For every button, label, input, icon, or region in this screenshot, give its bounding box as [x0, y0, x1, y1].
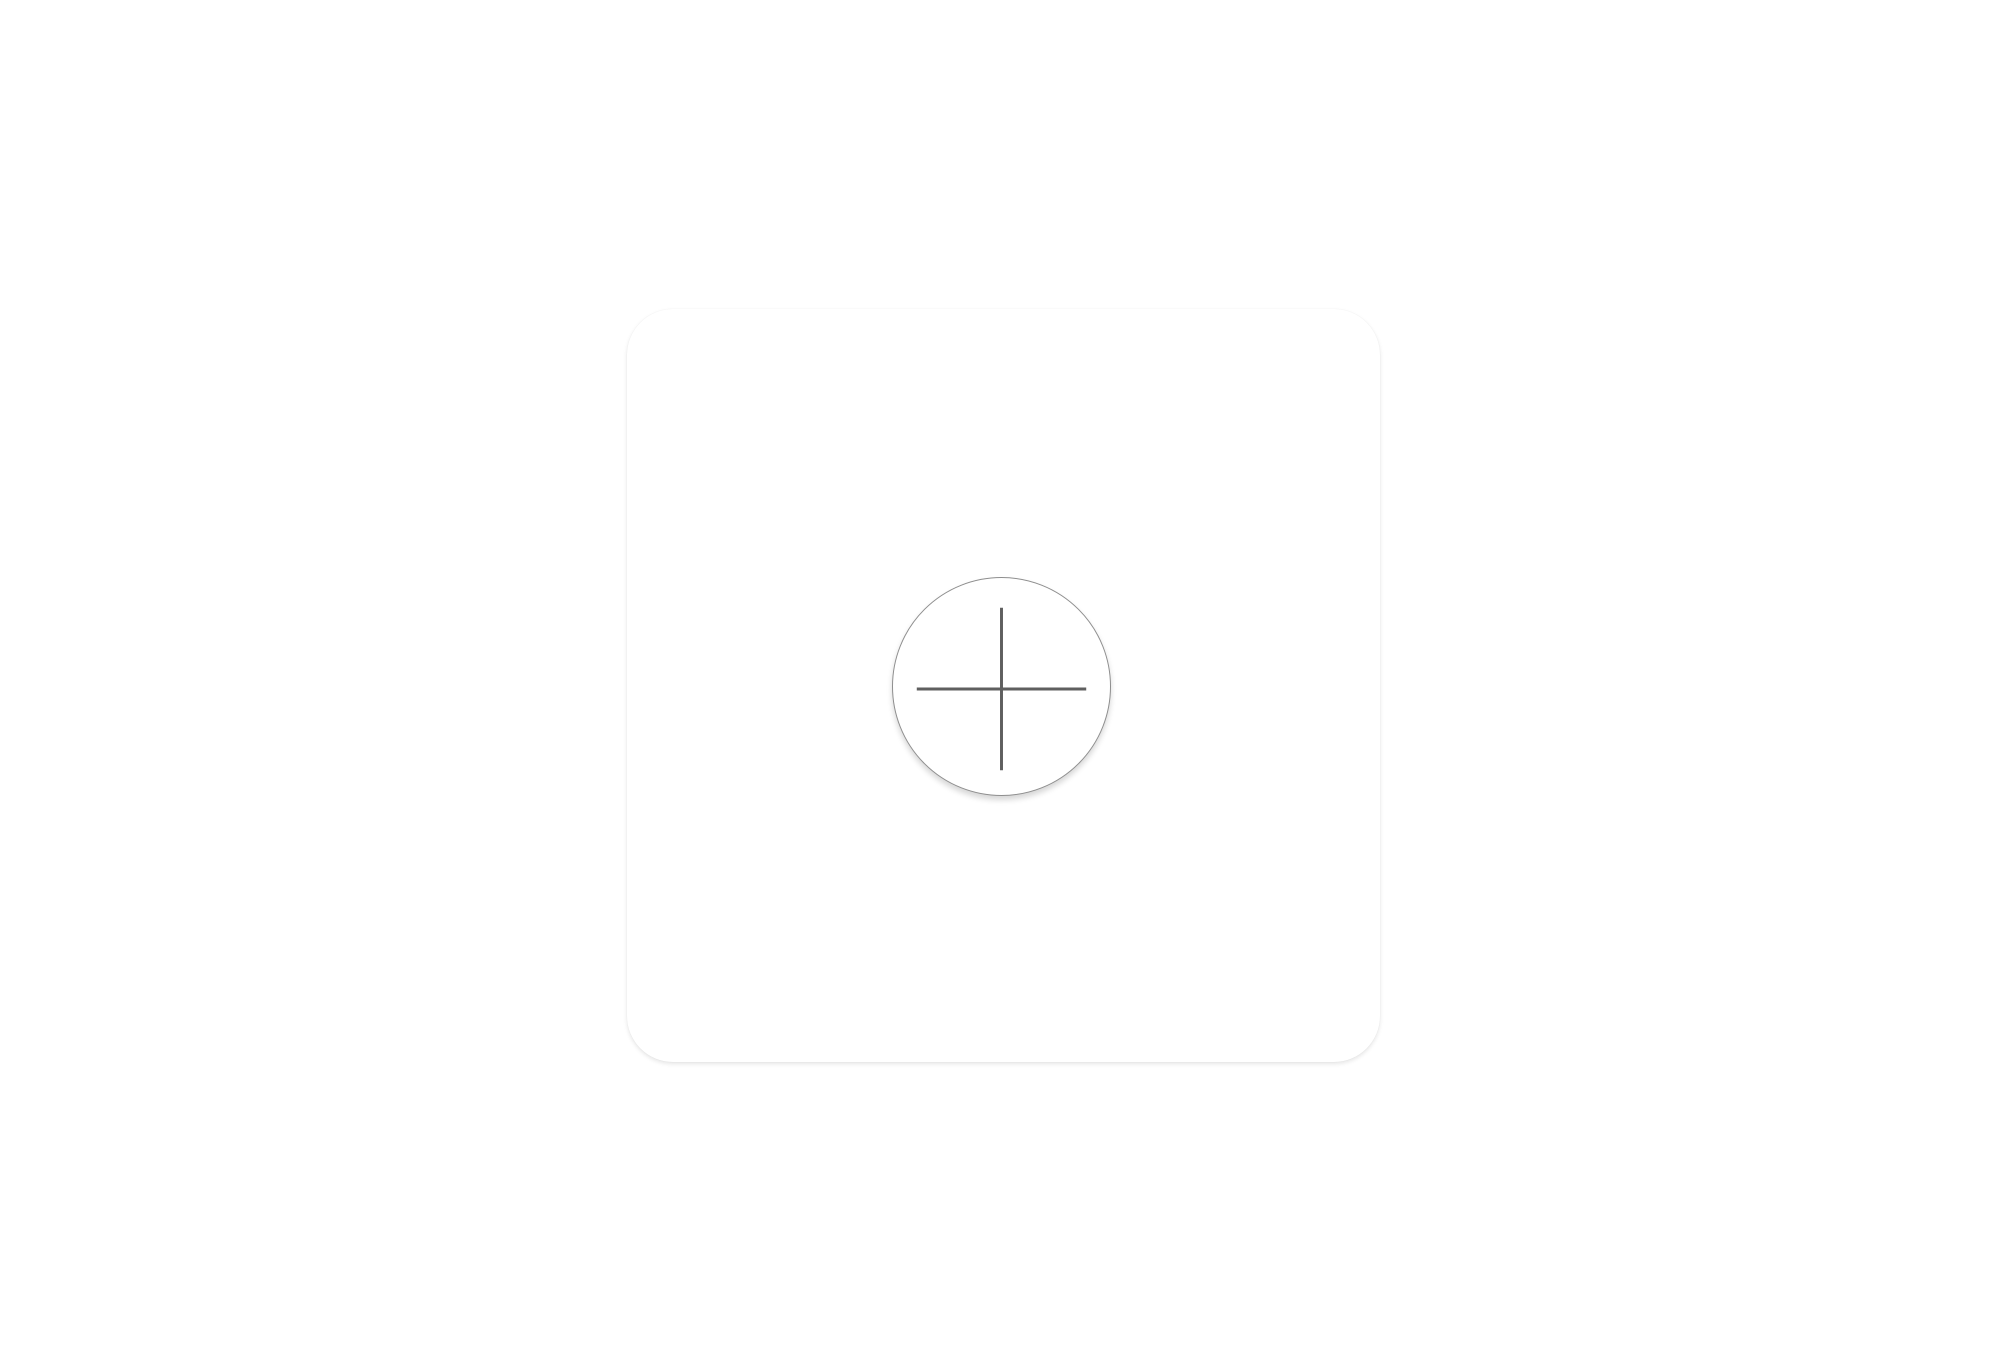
add-button[interactable] [892, 577, 1111, 796]
plus-icon [916, 607, 1087, 771]
add-item-card [627, 309, 1380, 1062]
